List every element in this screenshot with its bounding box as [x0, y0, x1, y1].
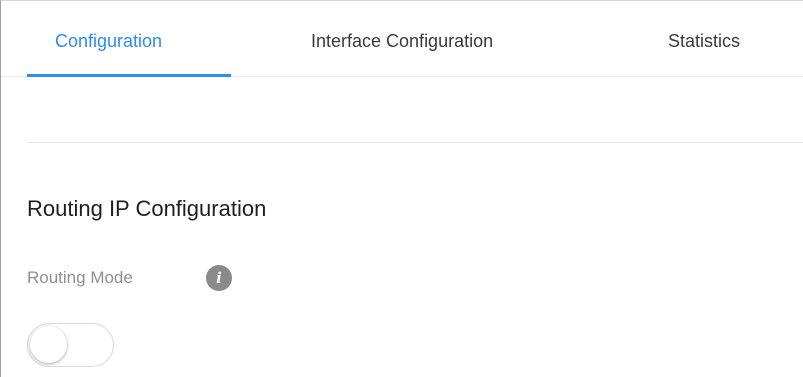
active-tab-indicator	[27, 74, 231, 77]
tab-configuration[interactable]: Configuration	[55, 31, 162, 52]
routing-mode-toggle[interactable]	[27, 323, 114, 367]
section-divider	[27, 142, 803, 143]
section-title: Routing IP Configuration	[27, 196, 267, 221]
tab-statistics[interactable]: Statistics	[668, 31, 740, 52]
tab-bar: Configuration Interface Configuration St…	[1, 1, 803, 77]
settings-panel: Configuration Interface Configuration St…	[0, 0, 803, 377]
toggle-knob	[30, 326, 67, 363]
tab-interface-configuration[interactable]: Interface Configuration	[311, 31, 493, 52]
routing-mode-label: Routing Mode	[27, 268, 133, 287]
info-icon[interactable]: i	[206, 265, 232, 291]
